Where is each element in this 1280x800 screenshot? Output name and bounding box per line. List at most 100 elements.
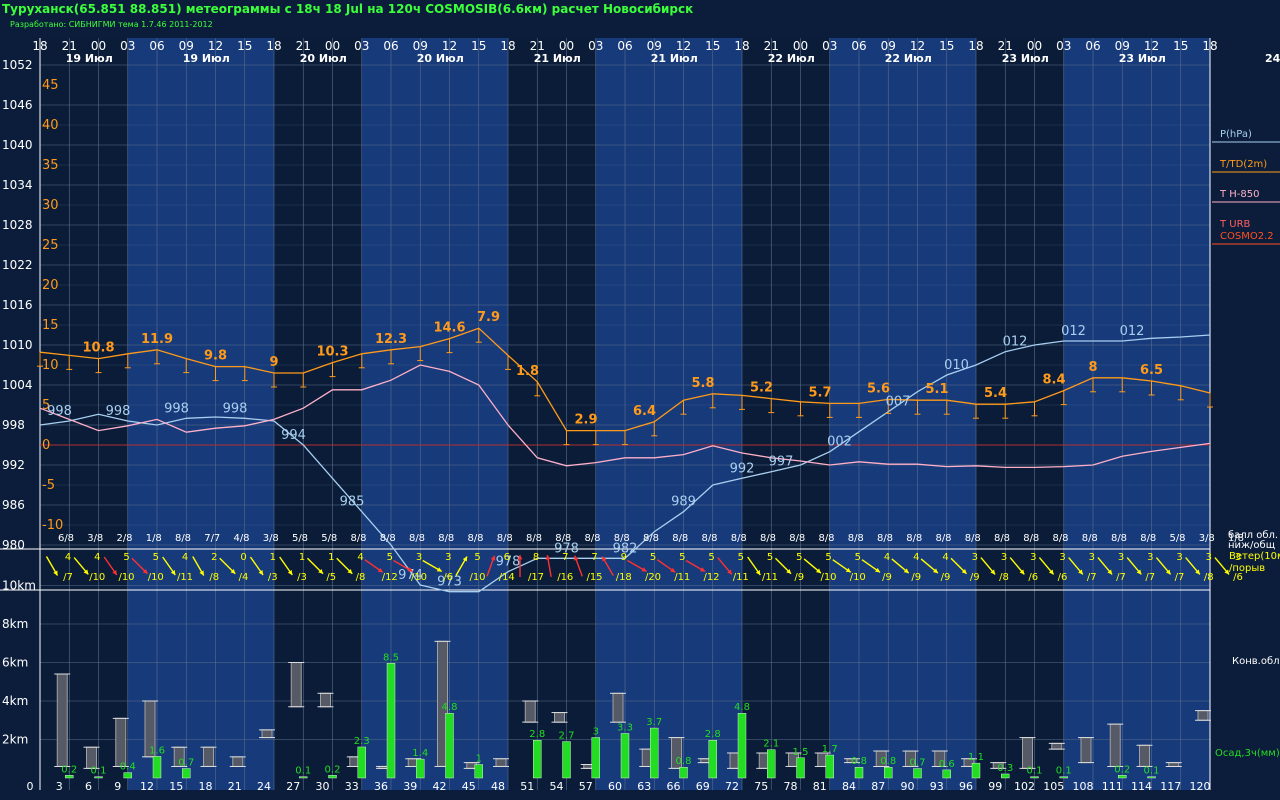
cloud-fraction-label: 8/8 — [760, 533, 776, 544]
pressure-tick: 1046 — [2, 98, 33, 112]
top-hour-label: 12 — [208, 39, 223, 53]
precip-value-label: 0.7 — [178, 758, 194, 769]
cloud-column-bar — [524, 700, 536, 723]
pressure-data-label: 989 — [671, 495, 696, 510]
chart-subtitle: Разработано: СИБНИГМИ тема 1.7.46 2011-2… — [10, 20, 213, 29]
wind-speed-label: 3 — [1089, 552, 1095, 563]
cloud-fraction-label: 8/8 — [1140, 533, 1156, 544]
temp-data-label: 6.4 — [633, 404, 656, 419]
wind-speed-label: 5 — [796, 552, 802, 563]
precip-bar — [94, 776, 103, 779]
precip-value-label: 0.8 — [851, 756, 867, 767]
precip-value-label: 0.4 — [120, 762, 136, 773]
precip-bar — [650, 727, 659, 779]
precip-value-label: 0.1 — [1144, 766, 1160, 777]
top-hour-label: 18 — [500, 39, 515, 53]
wind-speed-label: 6 — [504, 552, 510, 563]
wind-speed-label: 1 — [299, 552, 305, 563]
temp-data-label: 5.7 — [808, 385, 831, 400]
legend-cloud-ball2: ниж/общ — [1228, 540, 1275, 551]
precip-bar — [708, 740, 717, 779]
pressure-tick: 1016 — [2, 298, 33, 312]
top-hour-label: 15 — [471, 39, 486, 53]
wind-speed-label: 0 — [240, 552, 246, 563]
cloud-fraction-label: 3/8 — [87, 533, 103, 544]
time-band — [712, 38, 743, 790]
cloud-fraction-label: 8/8 — [497, 533, 513, 544]
pressure-tick: 980 — [2, 538, 25, 552]
cloud-column-bar — [554, 712, 565, 723]
legend-label: T/TD(2m) — [1219, 159, 1267, 170]
top-hour-label: 15 — [1173, 39, 1188, 53]
top-hour-label: 18 — [968, 39, 983, 53]
pressure-data-label: 012 — [1061, 324, 1086, 339]
wind-speed-label: 3 — [1001, 552, 1007, 563]
wind-gust-label: /11 — [177, 572, 193, 583]
precip-bar — [854, 767, 864, 779]
cloud-fraction-label: 2/8 — [116, 533, 132, 544]
top-hour-label: 03 — [1056, 39, 1071, 53]
height-tick: 4km — [2, 694, 28, 708]
top-hour-label: 15 — [939, 39, 954, 53]
temp-data-label: 5.4 — [984, 386, 1007, 401]
wind-speed-label: 2 — [211, 552, 217, 563]
pressure-tick: 1010 — [2, 338, 33, 352]
wind-speed-label: 9 — [621, 552, 627, 563]
bottom-hour-label: 117 — [1160, 780, 1181, 793]
wind-speed-label: 3 — [1147, 552, 1153, 563]
bottom-hour-label: 72 — [725, 780, 739, 793]
bottom-hour-label: 87 — [871, 780, 885, 793]
top-hour-label: 00 — [793, 39, 808, 53]
cloud-column-bar — [495, 758, 507, 767]
wind-speed-label: 5 — [153, 552, 159, 563]
wind-gust-label: /7 — [1087, 572, 1097, 583]
wind-gust-label: /7 — [1175, 572, 1185, 583]
bottom-hour-label: 75 — [754, 780, 768, 793]
bottom-hour-label: 51 — [520, 780, 534, 793]
bottom-hour-label: 63 — [637, 780, 651, 793]
wind-speed-label: 5 — [387, 552, 393, 563]
cloud-column-bar — [203, 746, 214, 767]
precip-bar — [562, 741, 571, 779]
precip-value-label: 2.3 — [354, 736, 370, 747]
bottom-hour-label: 108 — [1073, 780, 1094, 793]
wind-speed-label: 3 — [1059, 552, 1065, 563]
wind-gust-label: /11 — [733, 572, 749, 583]
wind-gust-label: /9 — [882, 572, 892, 583]
precip-value-label: 3.3 — [617, 722, 633, 733]
cloud-column-bar — [612, 692, 624, 723]
temp-data-label: 9.8 — [204, 349, 227, 364]
date-label: 23 Июл — [1002, 52, 1049, 65]
cloud-fraction-label: 8/8 — [965, 533, 981, 544]
time-band — [976, 38, 1006, 790]
temp-data-label: 1.8 — [516, 364, 539, 379]
cloud-column-bar — [1139, 744, 1150, 767]
temp-data-label: 5.8 — [691, 376, 714, 391]
time-band — [332, 38, 363, 790]
temp-data-label: 11.9 — [141, 332, 173, 347]
cloud-column-bar — [1080, 737, 1092, 764]
top-hour-label: 06 — [1085, 39, 1100, 53]
wind-gust-label: /5 — [326, 572, 336, 583]
height-tick: 6km — [2, 656, 28, 670]
pressure-data-label: 002 — [827, 435, 852, 450]
wind-speed-label: 4 — [942, 552, 948, 563]
top-hour-label: 06 — [851, 39, 866, 53]
wind-speed-label: 5 — [474, 552, 480, 563]
bottom-hour-label: 36 — [374, 780, 388, 793]
top-hour-label: 09 — [413, 39, 428, 53]
wind-gust-label: /7 — [1145, 572, 1155, 583]
time-band — [1151, 38, 1182, 790]
bottom-hour-label: 102 — [1014, 780, 1035, 793]
pressure-data-label: 992 — [730, 461, 755, 476]
cloud-fraction-label: 8/8 — [555, 533, 571, 544]
cloud-column-bar — [320, 692, 331, 708]
cloud-fraction-label: 1/8 — [146, 533, 162, 544]
top-hour-label: 03 — [822, 39, 837, 53]
cloud-fraction-label: 8/8 — [672, 533, 688, 544]
cloud-fraction-label: 8/8 — [789, 533, 805, 544]
bottom-hour-label: 0 — [27, 780, 34, 793]
pressure-data-label: 010 — [944, 358, 969, 373]
bottom-hour-label: 60 — [608, 780, 622, 793]
wind-gust-label: /10 — [850, 572, 866, 583]
